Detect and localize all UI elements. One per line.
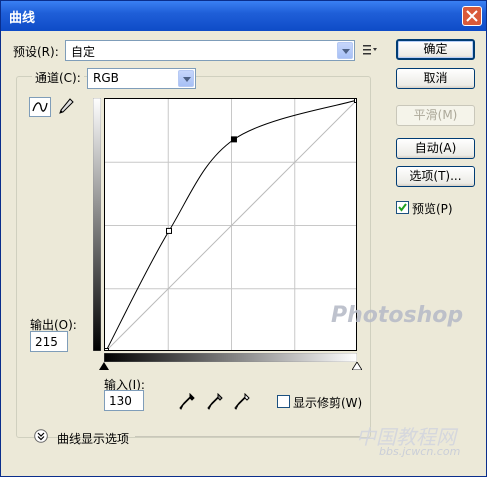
preset-select[interactable]: 自定 bbox=[65, 40, 355, 61]
checkmark-icon bbox=[398, 203, 407, 212]
expand-chevron-icon[interactable] bbox=[34, 429, 48, 443]
white-point-slider[interactable] bbox=[352, 362, 362, 370]
show-clipping-label: 显示修剪(W) bbox=[293, 396, 363, 410]
preset-value: 自定 bbox=[71, 45, 96, 59]
output-gradient-bar bbox=[93, 98, 101, 351]
close-button[interactable] bbox=[462, 6, 482, 26]
curve-tool-icon bbox=[32, 102, 48, 112]
output-value: 215 bbox=[35, 335, 58, 349]
input-gradient-bar bbox=[104, 353, 357, 362]
curve-options-label: 曲线显示选项 bbox=[57, 432, 130, 446]
preview-label: 预览(P) bbox=[412, 202, 453, 216]
watermark-url: bbs.jcwcn.com bbox=[379, 445, 461, 458]
watermark-logo: Photoshop bbox=[331, 303, 464, 328]
smooth-button: 平滑(M) bbox=[396, 105, 475, 126]
auto-button[interactable]: 自动(A) bbox=[396, 138, 475, 159]
close-icon bbox=[466, 10, 478, 22]
show-clipping-checkbox[interactable] bbox=[277, 395, 290, 408]
options-button[interactable]: 选项(T)... bbox=[396, 166, 475, 187]
eyedropper-white-icon[interactable] bbox=[234, 393, 250, 411]
black-point-slider[interactable] bbox=[99, 362, 109, 370]
preset-menu-icon[interactable] bbox=[363, 44, 377, 56]
pencil-tool-icon[interactable] bbox=[57, 97, 75, 117]
curve-tool-button[interactable] bbox=[29, 97, 51, 117]
cancel-button[interactable]: 取消 bbox=[396, 68, 475, 89]
output-field[interactable]: 215 bbox=[30, 331, 68, 352]
dialog-body: 预设(R): 自定 确定 取消 平滑(M) 自动(A) 选项(T)... 预览(… bbox=[1, 31, 486, 476]
window-title: 曲线 bbox=[9, 11, 36, 26]
preset-label: 预设(R): bbox=[13, 45, 59, 59]
selected-curve-point[interactable] bbox=[230, 136, 237, 143]
curve-graph[interactable] bbox=[104, 98, 357, 351]
title-bar[interactable]: 曲线 bbox=[1, 1, 486, 31]
eyedropper-black-icon[interactable] bbox=[179, 393, 195, 411]
channel-select[interactable]: RGB bbox=[87, 68, 196, 89]
chevron-down-icon bbox=[337, 42, 353, 59]
input-field[interactable]: 130 bbox=[104, 390, 144, 411]
preview-checkbox[interactable] bbox=[396, 201, 409, 214]
ok-button[interactable]: 确定 bbox=[396, 39, 475, 60]
options-divider bbox=[135, 436, 360, 437]
chevron-down-icon bbox=[178, 70, 194, 87]
eyedropper-gray-icon[interactable] bbox=[207, 393, 223, 411]
input-value: 130 bbox=[109, 394, 132, 408]
curve-point[interactable] bbox=[165, 227, 172, 234]
curve-point[interactable] bbox=[354, 98, 358, 103]
channel-value: RGB bbox=[93, 71, 119, 85]
curve-point[interactable] bbox=[104, 348, 109, 352]
channel-label: 通道(C): bbox=[32, 69, 84, 86]
curves-dialog: 曲线 预设(R): 自定 确定 取消 平滑(M) 自动(A) 选项(T)... … bbox=[0, 0, 487, 477]
